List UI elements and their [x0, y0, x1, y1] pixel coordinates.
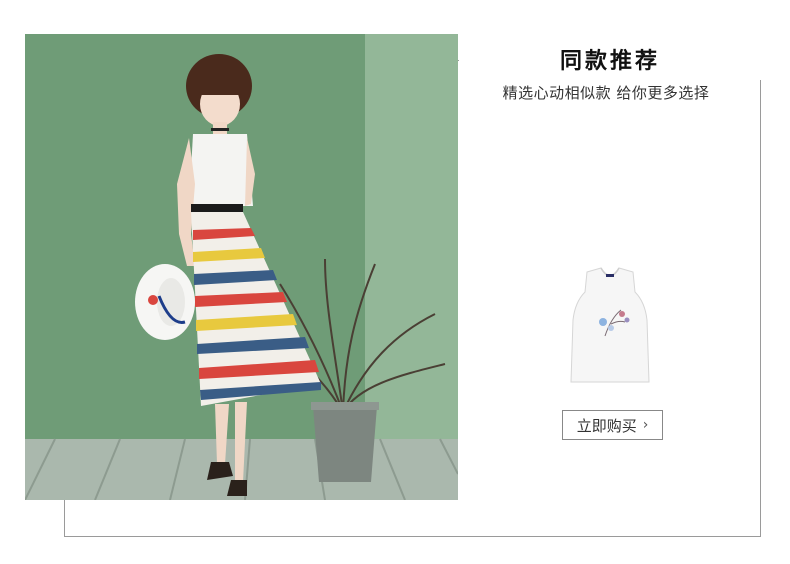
model-photo-illustration — [25, 34, 458, 500]
product-thumbnail[interactable] — [565, 258, 655, 388]
model-photo — [25, 34, 458, 500]
tank-top-illustration — [570, 267, 650, 383]
section-title-bar: 同款推荐 — [459, 44, 761, 80]
buy-now-label: 立即购买 — [576, 416, 637, 435]
section-title: 同款推荐 — [545, 44, 674, 80]
section-subtitle: 精选心动相似款 给你更多选择 — [502, 84, 710, 102]
buy-now-button[interactable]: 立即购买 › — [562, 410, 663, 440]
chevron-right-icon: › — [642, 417, 649, 433]
